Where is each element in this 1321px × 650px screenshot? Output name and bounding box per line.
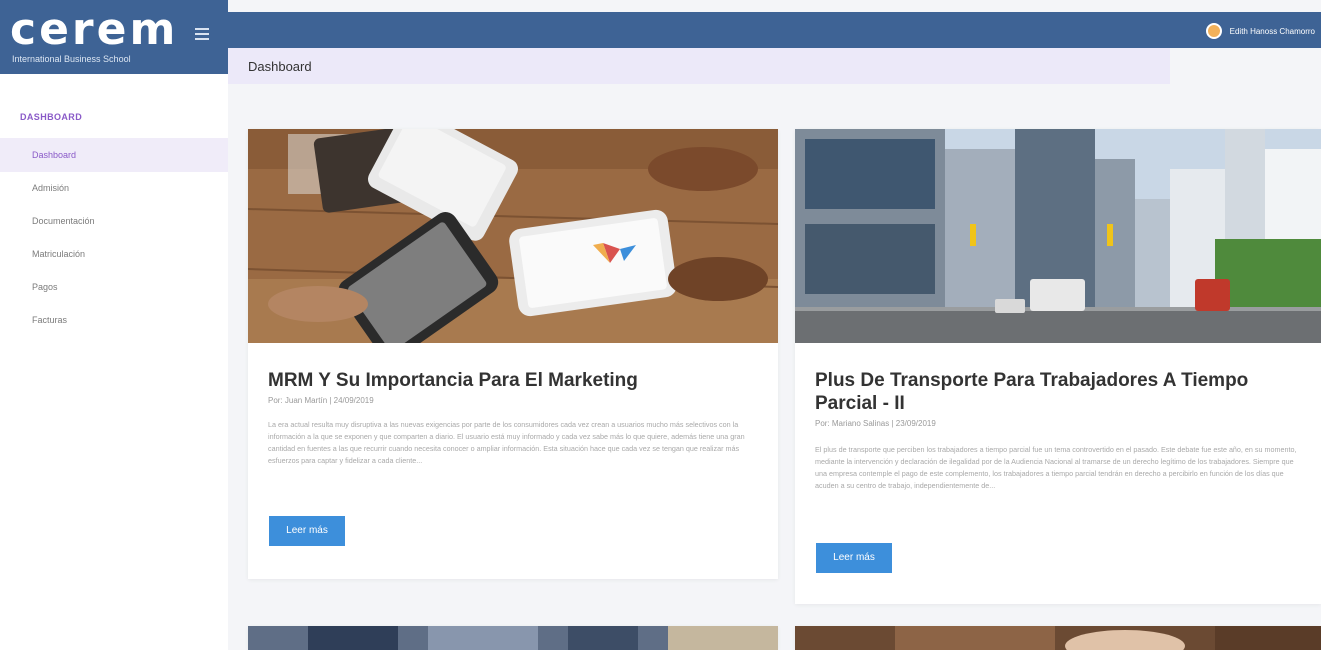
top-bar: Edith Hanoss Chamorro <box>228 12 1321 48</box>
post-image[interactable] <box>248 626 778 650</box>
page-title: Dashboard <box>248 59 312 74</box>
post-card <box>795 626 1321 650</box>
post-excerpt: La era actual resulta muy disruptiva a l… <box>268 420 745 465</box>
post-title[interactable]: MRM Y Su Importancia Para El Marketing <box>268 369 758 392</box>
sidebar-section-title: DASHBOARD <box>20 112 83 122</box>
read-more-button[interactable]: Leer más <box>269 516 345 546</box>
post-image[interactable] <box>795 626 1321 650</box>
sidebar-item-admision[interactable]: Admisión <box>0 171 228 205</box>
user-name[interactable]: Edith Hanoss Chamorro <box>1230 27 1315 36</box>
brand-header: cerem International Business School <box>0 0 228 74</box>
post-title[interactable]: Plus De Transporte Para Trabajadores A T… <box>815 369 1315 415</box>
read-more-button[interactable]: Leer más <box>816 543 892 573</box>
menu-toggle-icon[interactable] <box>195 28 209 40</box>
post-card: MRM Y Su Importancia Para El Marketing P… <box>248 129 778 579</box>
post-excerpt: El plus de transporte que perciben los t… <box>815 445 1297 490</box>
page-header: Dashboard <box>228 48 1170 84</box>
post-card <box>248 626 778 650</box>
sidebar-item-dashboard[interactable]: Dashboard <box>0 138 228 172</box>
post-meta: Por: Juan Martín | 24/09/2019 <box>268 396 374 405</box>
brand-logo[interactable]: cerem <box>10 8 178 52</box>
post-meta: Por: Mariano Salinas | 23/09/2019 <box>815 419 936 428</box>
post-image[interactable] <box>795 129 1321 343</box>
sidebar-item-facturas[interactable]: Facturas <box>0 303 228 337</box>
sidebar: cerem International Business School DASH… <box>0 0 228 650</box>
sidebar-item-pagos[interactable]: Pagos <box>0 270 228 304</box>
sidebar-item-matriculacion[interactable]: Matriculación <box>0 237 228 271</box>
brand-subtitle: International Business School <box>12 54 131 64</box>
user-menu[interactable]: Edith Hanoss Chamorro <box>1205 21 1315 41</box>
sidebar-item-documentacion[interactable]: Documentación <box>0 204 228 238</box>
post-image[interactable] <box>248 129 778 343</box>
post-card: Plus De Transporte Para Trabajadores A T… <box>795 129 1321 604</box>
avatar[interactable] <box>1205 23 1222 39</box>
